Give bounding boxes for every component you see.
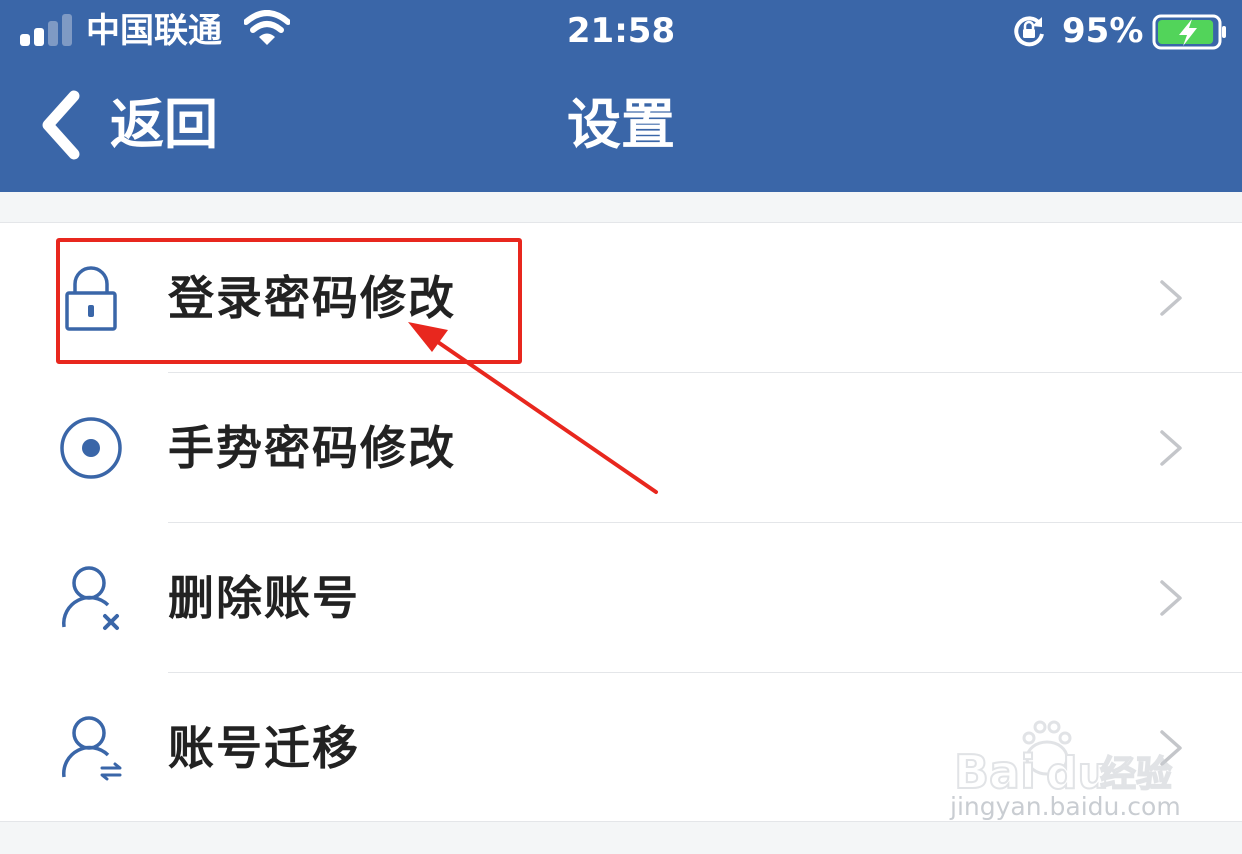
settings-item-label: 登录密码修改 (168, 271, 456, 325)
chevron-right-icon (1160, 730, 1182, 766)
lock-icon (65, 266, 117, 331)
nav-bar: 返回 设置 (0, 64, 1242, 192)
settings-item-label: 手势密码修改 (168, 421, 456, 475)
settings-item-account-migration[interactable]: 账号迁移 (0, 673, 1242, 823)
settings-list: 登录密码修改 手势密码修改 删除账号 账号迁移 (0, 222, 1242, 822)
gesture-dot-icon (60, 417, 122, 479)
settings-item-label: 删除账号 (168, 571, 360, 625)
settings-item-login-password[interactable]: 登录密码修改 (0, 223, 1242, 373)
user-remove-icon (62, 566, 119, 630)
chevron-right-icon (1160, 580, 1182, 616)
settings-item-label: 账号迁移 (168, 721, 360, 775)
header: 中国联通 21:58 95% 返回 设置 (0, 0, 1242, 192)
user-transfer-icon (62, 716, 122, 781)
clock: 21:58 (566, 11, 676, 51)
battery-percent: 95% (1062, 11, 1144, 51)
settings-item-delete-account[interactable]: 删除账号 (0, 523, 1242, 673)
status-bar: 中国联通 21:58 95% (0, 0, 1242, 64)
battery-charging-icon (1152, 14, 1226, 50)
chevron-right-icon (1160, 430, 1182, 466)
page-title: 设置 (567, 93, 675, 156)
rotation-lock-icon (1014, 16, 1044, 47)
chevron-right-icon (1160, 280, 1182, 316)
settings-item-gesture-password[interactable]: 手势密码修改 (0, 373, 1242, 523)
